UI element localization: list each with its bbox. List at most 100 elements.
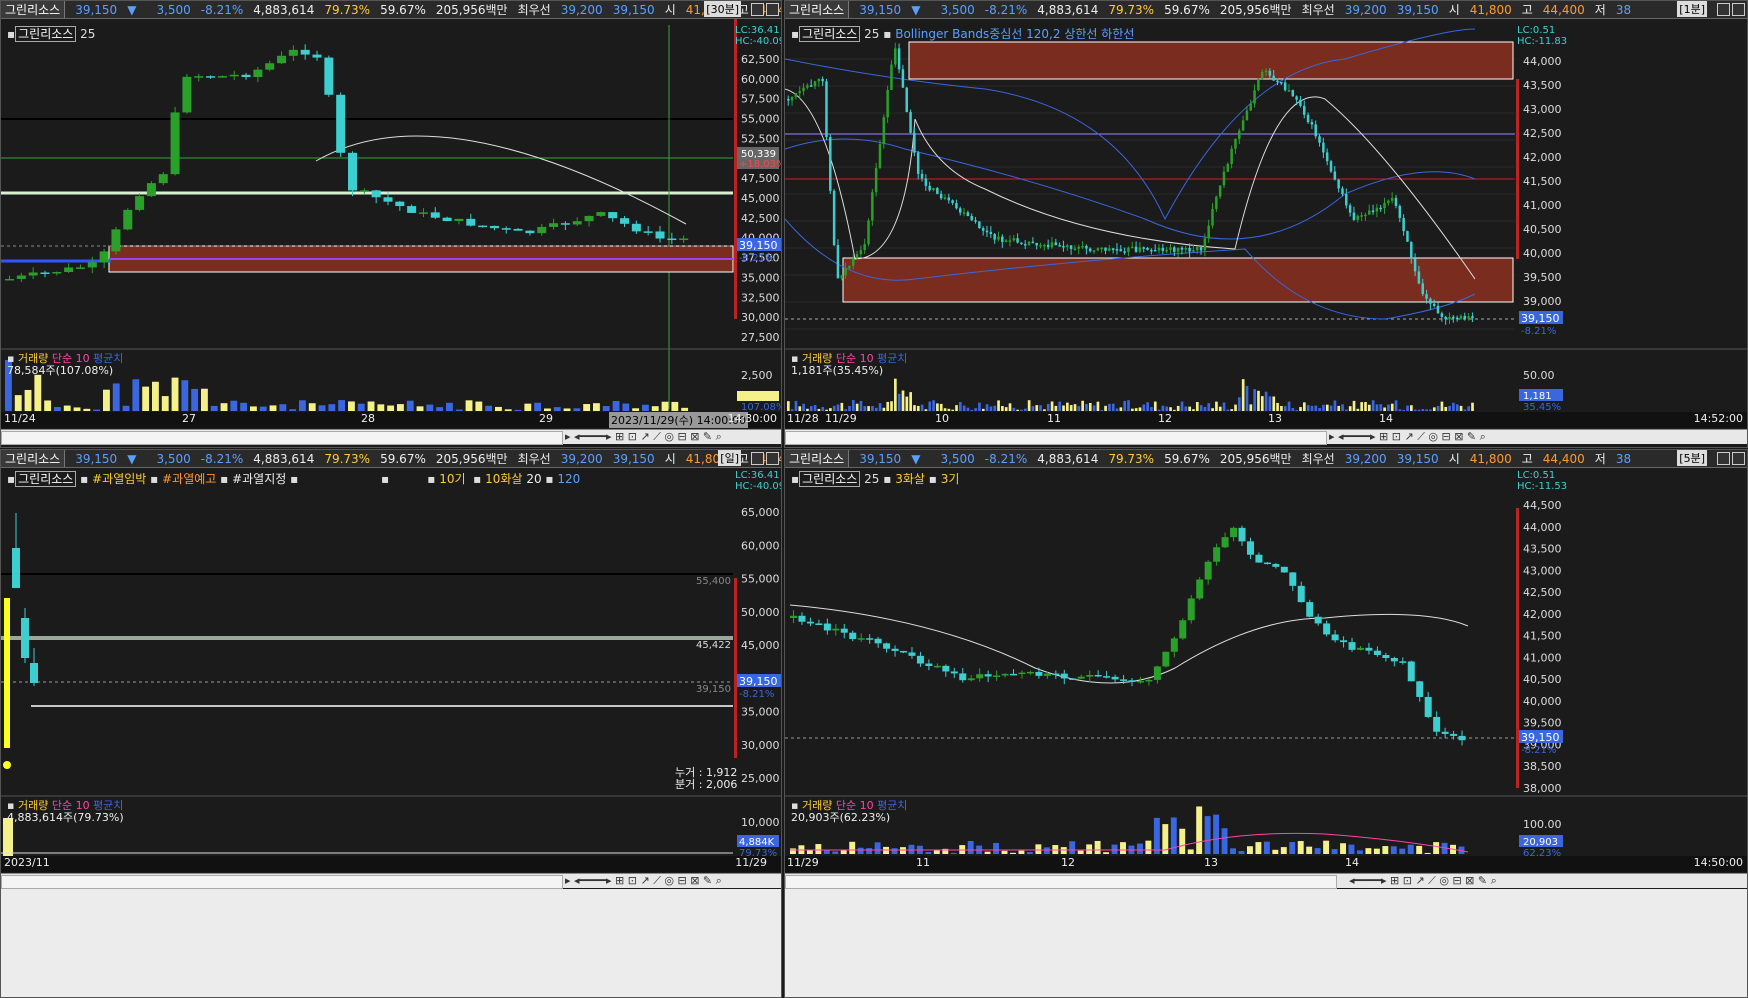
- lc-label: LC:36.41: [735, 470, 780, 481]
- candle: [925, 663, 933, 667]
- restore-icon[interactable]: [1717, 452, 1730, 465]
- chart-tool-icons[interactable]: ▸ ◂━━━━▸ ⊞ ⊡ ↗ ⟋ ◎ ⊟ ⊠ ✎ ⌕: [565, 430, 722, 444]
- candle: [1027, 241, 1031, 245]
- stock-name[interactable]: 그린리소스: [785, 450, 850, 467]
- volume-bar: [1222, 402, 1226, 411]
- horizontal-scrollbar[interactable]: ▸ ◂━━━━▸ ⊞ ⊡ ↗ ⟋ ◎ ⊟ ⊠ ✎ ⌕: [1, 873, 781, 889]
- open-label: 시: [1448, 452, 1460, 466]
- trade-amount: 205,956백만: [435, 452, 508, 466]
- close-icon[interactable]: [1732, 452, 1745, 465]
- candle: [790, 615, 797, 618]
- stock-name[interactable]: 그린리소스: [785, 1, 850, 18]
- horizontal-scrollbar[interactable]: ◂━━━━▸ ⊞ ⊡ ↗ ⟋ ◎ ⊟ ⊠ ✎ ⌕: [785, 873, 1747, 889]
- restore-icon[interactable]: [751, 3, 764, 16]
- chart-tool-icons[interactable]: ▸ ◂━━━━▸ ⊞ ⊡ ↗ ⟋ ◎ ⊟ ⊠ ✎ ⌕: [565, 874, 722, 888]
- stock-name[interactable]: 그린리소스: [1, 1, 66, 18]
- volume-bar: [1085, 403, 1088, 411]
- volume-bar: [142, 386, 150, 411]
- volume-bar: [446, 402, 453, 411]
- stock-name[interactable]: 그린리소스: [1, 450, 66, 467]
- candle: [1306, 602, 1314, 617]
- candle: [1345, 194, 1348, 206]
- current-price: 39,150 ▼: [859, 2, 921, 17]
- chart-panel-1min[interactable]: 그린리소스 39,150 ▼ 3,500 -8.21% 4,883,614 79.…: [784, 0, 1748, 448]
- volume-bar: [920, 404, 924, 411]
- candle: [395, 201, 405, 207]
- candle: [798, 91, 801, 94]
- volume-bar: [1165, 406, 1169, 411]
- y-axis-tick-label: 27,500: [741, 331, 780, 344]
- volume-bar: [867, 406, 870, 411]
- candle: [277, 55, 287, 64]
- volume-bar: [54, 407, 61, 411]
- scroll-track[interactable]: [785, 431, 1327, 445]
- cumulative-volume-info: 누거 : 1,912 분거 : 2,006: [675, 767, 737, 791]
- candle: [806, 85, 809, 88]
- chart-panel-5min[interactable]: 그린리소스 39,150 ▼ 3,500 -8.21% 4,883,614 79.…: [784, 449, 1748, 998]
- chart-panel-daily[interactable]: 그린리소스 39,150 ▼ 3,500 -8.21% 4,883,614 79.…: [0, 449, 782, 998]
- legend-stock-name[interactable]: 그린리소스: [15, 26, 77, 42]
- open-price: 41,800: [1469, 451, 1512, 466]
- volume-bar: [1413, 409, 1417, 411]
- volume-bar: [1103, 852, 1110, 854]
- timeframe-tag[interactable]: [1분]: [1677, 1, 1707, 17]
- volume-bar: [1410, 405, 1413, 411]
- horizontal-scrollbar[interactable]: ▸ ◂━━━━▸ ⊞ ⊡ ↗ ⟋ ◎ ⊟ ⊠ ✎ ⌕: [1, 429, 781, 445]
- legend-stock-name[interactable]: 그린리소스: [15, 471, 77, 487]
- candle: [1424, 696, 1432, 717]
- close-icon[interactable]: [766, 452, 779, 465]
- legend-stock-name[interactable]: 그린리소스: [799, 26, 861, 42]
- volume-bar: [1012, 407, 1016, 411]
- candle: [993, 675, 1001, 678]
- volume-bar: [1161, 405, 1165, 411]
- horizontal-scrollbar[interactable]: ▸ ◂━━━━▸ ⊞ ⊡ ↗ ⟋ ◎ ⊟ ⊠ ✎ ⌕: [785, 429, 1747, 445]
- candle: [1245, 110, 1249, 121]
- candle: [1425, 294, 1428, 299]
- high-label: 고: [1521, 3, 1533, 17]
- restore-icon[interactable]: [751, 452, 764, 465]
- y-axis-tick-label: 57,500: [741, 93, 780, 106]
- chart-tool-icons[interactable]: ◂━━━━▸ ⊞ ⊡ ↗ ⟋ ◎ ⊟ ⊠ ✎ ⌕: [1349, 874, 1497, 888]
- candle: [1379, 207, 1382, 210]
- timeframe-tag[interactable]: [일]: [718, 450, 741, 466]
- scroll-track[interactable]: [1, 875, 563, 889]
- x-label: 13: [1204, 856, 1218, 869]
- timeframe-tag[interactable]: [30분]: [704, 1, 741, 17]
- volume-bar: [871, 405, 874, 411]
- current-time: 14:52:00: [1693, 412, 1743, 425]
- candle: [1161, 247, 1165, 251]
- volume-bar: [495, 406, 502, 411]
- scroll-track[interactable]: [1, 431, 563, 445]
- candle: [1406, 231, 1409, 242]
- timeframe-tag[interactable]: [5분]: [1677, 450, 1707, 466]
- candle: [932, 188, 935, 191]
- volume-bar: [1360, 402, 1364, 411]
- volume-bar: [387, 405, 395, 411]
- volume-bar: [836, 404, 840, 411]
- restore-icon[interactable]: [1717, 3, 1730, 16]
- volume-bar: [967, 841, 974, 854]
- quote-header: 그린리소스 39,150 ▼ 3,500 -8.21% 4,883,614 79.…: [785, 1, 1747, 19]
- volume-bar: [1203, 407, 1207, 411]
- legend-stock-name[interactable]: 그린리소스: [799, 471, 861, 487]
- price-change-pct: -8.21%: [984, 451, 1028, 466]
- close-icon[interactable]: [1732, 3, 1745, 16]
- candle: [1272, 75, 1275, 81]
- chart-tool-icons[interactable]: ▸ ◂━━━━▸ ⊞ ⊡ ↗ ⟋ ◎ ⊟ ⊠ ✎ ⌕: [1329, 430, 1486, 444]
- turnover-ratio: 59.67%: [1164, 451, 1210, 466]
- volume-bar: [1260, 396, 1264, 411]
- x-label: 12: [1158, 412, 1172, 425]
- price-chart-30min[interactable]: 62,50060,00057,50055,00052,50050,00047,5…: [1, 19, 781, 448]
- best-bid: 39,150: [612, 2, 655, 17]
- volume-bar: [1367, 404, 1371, 411]
- candle: [1253, 90, 1256, 104]
- price-chart-1min[interactable]: 44,000 43,500 43,000 42,500 42,000 41,500 41,0…: [785, 19, 1747, 448]
- chart-panel-30min[interactable]: 그린리소스 39,150 ▼ 3,500 -8.21% 4,883,614 79.…: [0, 0, 782, 448]
- volume-bar: [1192, 409, 1195, 411]
- candle: [525, 230, 535, 234]
- scroll-track[interactable]: [785, 875, 1337, 889]
- volume-bar: [1382, 846, 1389, 854]
- close-icon[interactable]: [766, 3, 779, 16]
- volume-bar: [1050, 401, 1054, 411]
- ma-label: 10화살: [485, 472, 523, 486]
